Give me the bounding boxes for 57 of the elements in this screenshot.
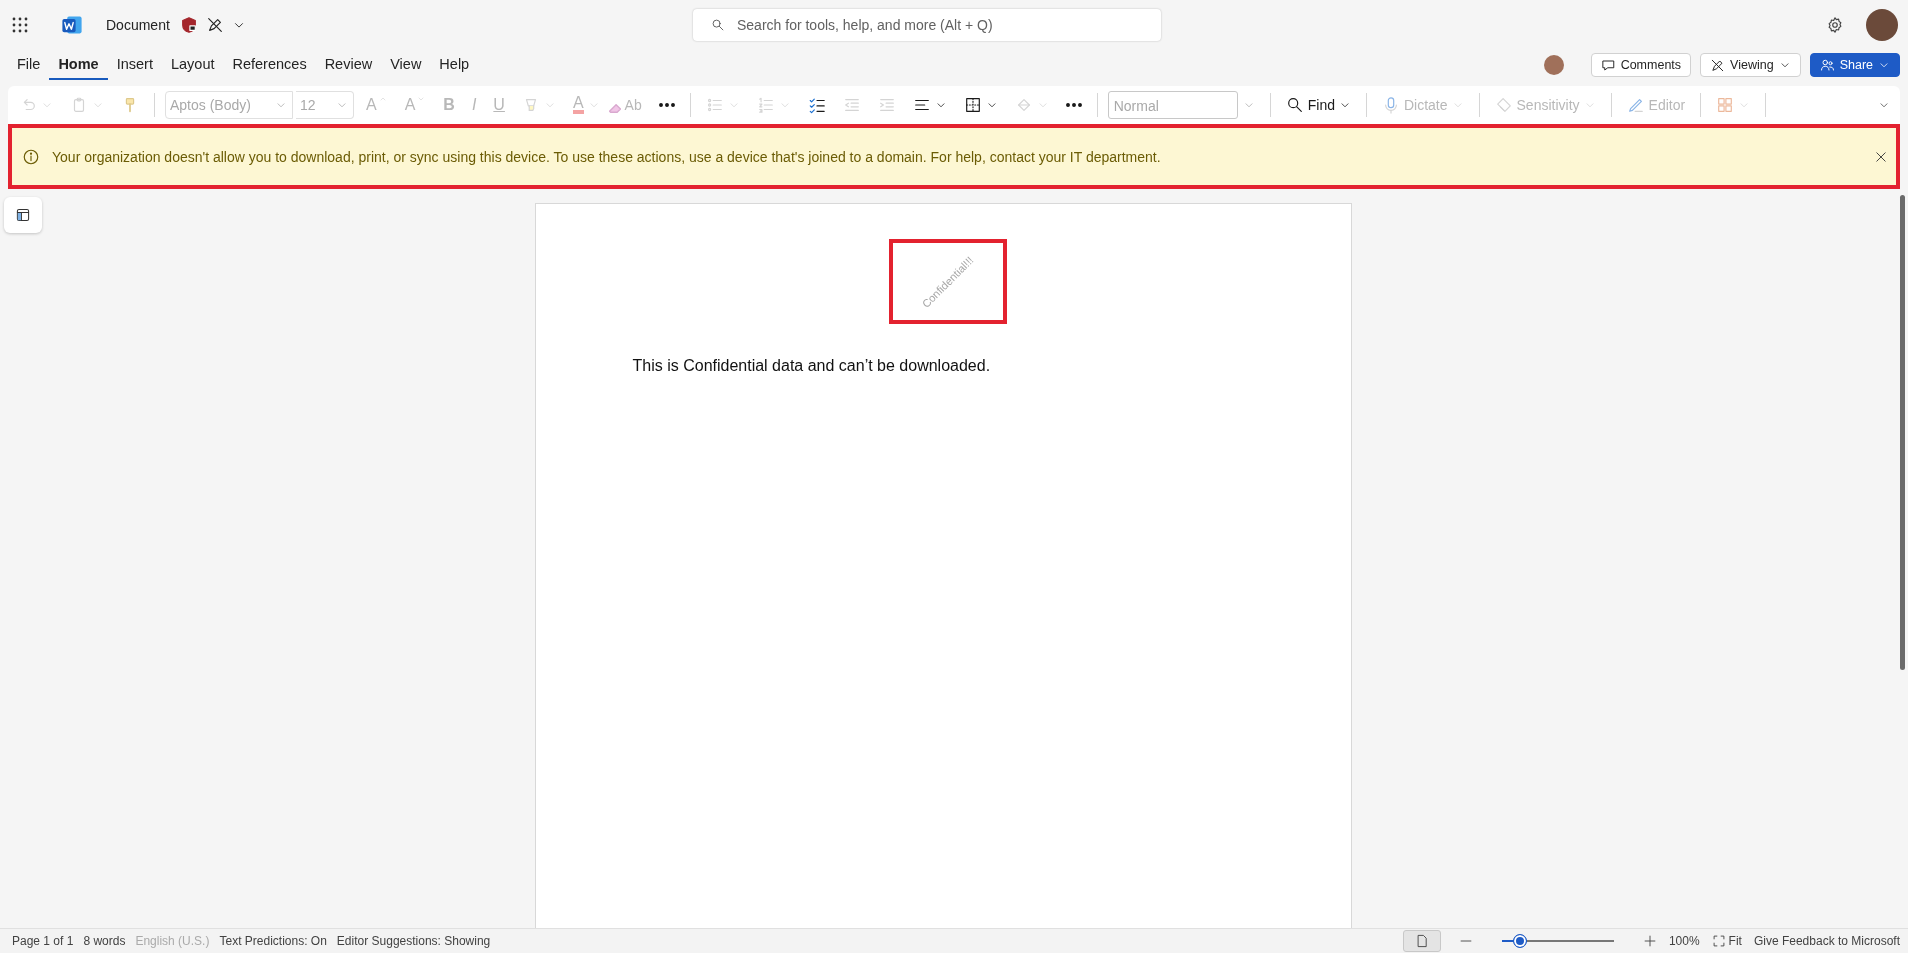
bullet-list-icon <box>705 96 724 114</box>
checklist-icon <box>807 96 826 114</box>
eraser-icon <box>608 104 621 113</box>
pen-icon <box>1626 96 1645 114</box>
comments-button[interactable]: Comments <box>1590 53 1692 77</box>
document-title[interactable]: Document <box>106 17 170 33</box>
status-text: English (U.S.) <box>135 934 210 948</box>
collaborator-avatar[interactable] <box>1543 55 1564 75</box>
menu-tab[interactable]: Review <box>315 50 382 80</box>
viewing-button[interactable]: Viewing <box>1700 53 1801 77</box>
status-text: Editor Suggestions: Showing <box>336 934 491 948</box>
panel-icon <box>15 207 31 223</box>
zoom-level: 100% <box>1668 934 1700 948</box>
comment-icon <box>1600 57 1616 73</box>
fit-button[interactable]: Fit <box>1711 934 1742 948</box>
grid-icon <box>1716 96 1735 114</box>
more-icon <box>1065 103 1082 107</box>
status-text: Page 1 of 1 <box>12 934 74 948</box>
menu-tab[interactable]: Insert <box>107 50 162 80</box>
pen-slash-icon <box>205 16 224 34</box>
info-icon <box>22 147 40 166</box>
banner-message: Your organization doesn't allow you to download, print, or sync using this device. To use these actions, use a device that's joined to a domain. For help, contact your IT department. <box>52 148 1162 165</box>
people-icon <box>1819 57 1835 73</box>
borders-icon <box>963 96 982 114</box>
menu-tab[interactable]: Layout <box>161 50 224 80</box>
search-field[interactable]: Search for tools, help, and more (Alt + Q) <box>693 9 1161 41</box>
menu-tab[interactable]: Help <box>430 50 479 80</box>
indent-icon <box>877 96 896 114</box>
menu-tab[interactable]: File <box>8 50 50 80</box>
menu-tab[interactable]: References <box>223 50 316 80</box>
page-view-button[interactable] <box>1402 930 1441 952</box>
status-text: 8 words <box>83 934 126 948</box>
pen-slash-icon <box>1710 57 1726 73</box>
scrollbar[interactable] <box>1900 195 1905 670</box>
close-button[interactable] <box>1874 149 1888 164</box>
search-icon <box>1285 96 1304 114</box>
menu-tab[interactable]: View <box>381 50 431 80</box>
status-text: Text Predictions: On <box>219 934 327 948</box>
search-icon <box>711 18 725 32</box>
navigation-pane-button[interactable] <box>4 197 42 233</box>
plus-icon <box>1642 934 1657 948</box>
slider-thumb[interactable] <box>1513 934 1528 948</box>
find-button[interactable]: Find <box>1280 91 1356 119</box>
close-icon <box>1874 149 1888 164</box>
more-icon <box>658 103 675 107</box>
zoom-in-button[interactable] <box>1642 934 1657 948</box>
app-launcher-icon <box>10 15 30 35</box>
feedback-link[interactable]: Give Feedback to Microsoft <box>1753 934 1900 948</box>
fit-icon <box>1711 934 1726 948</box>
menu-tab[interactable]: Home <box>49 50 108 80</box>
numbered-list-icon <box>756 96 775 114</box>
shield-lock-icon <box>179 16 198 34</box>
outdent-icon <box>842 96 861 114</box>
avatar[interactable] <box>1866 9 1898 41</box>
settings-icon <box>1826 16 1844 34</box>
document-text: This is Confidential data and can’t be downloaded. <box>632 357 992 375</box>
share-button[interactable]: Share <box>1809 53 1900 77</box>
